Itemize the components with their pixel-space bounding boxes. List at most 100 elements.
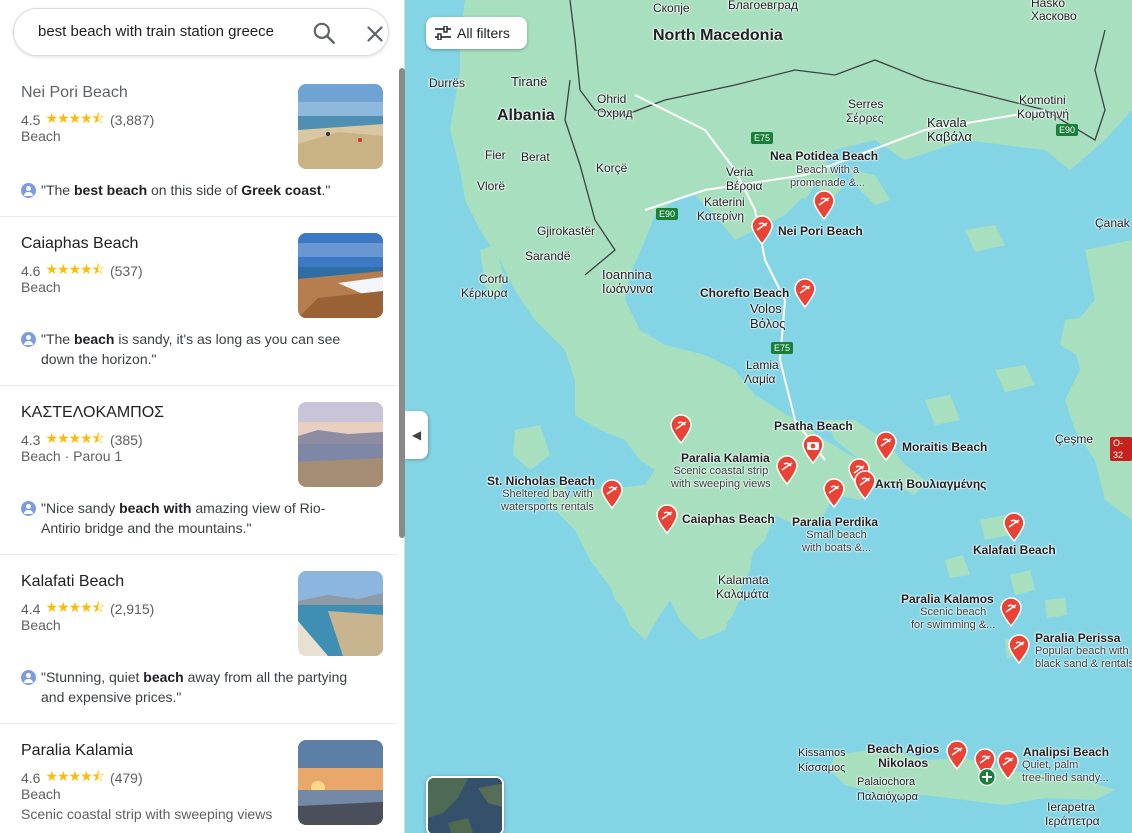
beach-pin-icon[interactable] <box>1002 512 1026 542</box>
layers-button[interactable] <box>426 776 504 833</box>
poi-label[interactable]: Moraitis Beach <box>902 440 987 454</box>
city-label: Καβάλα <box>927 129 972 144</box>
road-shield: E90 <box>656 208 679 220</box>
result-name[interactable]: Paralia Kalamia <box>21 742 133 760</box>
city-label: Veria <box>726 165 754 179</box>
poi-label[interactable]: Caiaphas Beach <box>682 512 775 526</box>
beach-pin-icon[interactable] <box>822 478 846 508</box>
city-label: Katerini <box>704 195 745 209</box>
result-photo[interactable] <box>298 402 383 487</box>
city-label: Ιωάννινα <box>602 281 654 296</box>
city-label: Хасково <box>1031 9 1077 23</box>
city-label: Fier <box>485 148 506 162</box>
beach-pin-icon[interactable] <box>600 479 624 509</box>
beach-pin-icon[interactable] <box>996 750 1020 780</box>
poi-label[interactable]: Ακτή Βουλιαγμένης <box>875 477 986 491</box>
city-label: Βέροια <box>726 179 763 193</box>
result-category: Beach · Parou 1 <box>21 448 123 464</box>
result-category: Beach <box>21 786 61 802</box>
search-box[interactable] <box>13 8 389 56</box>
city-label: Λαμία <box>744 372 776 386</box>
all-filters-button[interactable]: All filters <box>426 17 527 49</box>
poi-label[interactable]: Paralia Perissa <box>1035 631 1120 645</box>
result-item[interactable]: Kalafati Beach 4.4 ★★★★⯪ (2,915) Beach "… <box>0 555 398 724</box>
city-label: Ιεράπετρα <box>1045 814 1100 828</box>
poi-label[interactable]: Paralia Kalamia <box>681 451 770 465</box>
hospital-pin-icon[interactable] <box>977 766 997 788</box>
beach-pin-icon[interactable] <box>812 190 836 220</box>
result-item[interactable]: Paralia Kalamia 4.6 ★★★★⯪ (479) Beach Sc… <box>0 724 398 833</box>
city-label: Благоевград <box>728 0 798 12</box>
city-label: Κίσσαμος <box>798 762 846 774</box>
beach-pin-icon[interactable] <box>669 414 693 444</box>
result-item[interactable]: Caiaphas Beach 4.6 ★★★★⯪ (537) Beach "Th… <box>0 217 398 386</box>
collapse-panel-button[interactable]: ◀ <box>405 411 428 459</box>
user-avatar-icon <box>21 501 36 516</box>
rating-value: 4.4 <box>21 601 41 617</box>
result-item[interactable]: Nei Pori Beach 4.5 ★★★★⯪ (3,887) Beach "… <box>0 70 398 217</box>
poi-label[interactable]: Psatha Beach <box>774 419 853 433</box>
city-label: Κομοτηνή <box>1017 107 1070 121</box>
result-item[interactable]: ΚΑΣΤΕΛΟΚΑΜΠΟΣ 4.3 ★★★★⯪ (385) Beach · Pa… <box>0 386 398 555</box>
poi-label[interactable]: St. Nicholas Beach <box>487 474 595 488</box>
city-label: Kalamata <box>718 573 769 587</box>
result-photo[interactable] <box>298 84 383 169</box>
poi-sublabel: Beach with a promenade &... <box>790 164 866 189</box>
review-count: (479) <box>109 770 143 786</box>
beach-pin-icon[interactable] <box>853 470 877 500</box>
beach-pin-icon[interactable] <box>874 431 898 461</box>
poi-label[interactable]: Nea Potidea Beach <box>770 149 878 163</box>
search-input[interactable] <box>38 23 296 40</box>
close-icon[interactable] <box>362 21 388 47</box>
result-name[interactable]: Kalafati Beach <box>21 573 124 591</box>
result-name[interactable]: ΚΑΣΤΕΛΟΚΑΜΠΟΣ <box>21 404 164 422</box>
result-review: "Nice sandy beach with amazing view of R… <box>21 498 361 538</box>
beach-pin-icon[interactable] <box>999 597 1023 627</box>
city-label: Охрид <box>597 106 633 120</box>
result-review: "The beach is sandy, it's as long as you… <box>21 329 361 369</box>
beach-pin-icon[interactable] <box>793 278 817 308</box>
road-shield: O-32 <box>1110 437 1132 461</box>
city-label: Berat <box>521 150 550 164</box>
beach-pin-icon[interactable] <box>945 740 969 770</box>
poi-label[interactable]: Chorefto Beach <box>700 286 789 300</box>
beach-pin-icon[interactable] <box>775 455 799 485</box>
country-label: Albania <box>497 107 555 124</box>
city-label: Ohrid <box>597 92 627 106</box>
poi-label[interactable]: Analipsi Beach <box>1023 745 1109 759</box>
poi-label[interactable]: Paralia Perdika <box>792 515 878 529</box>
poi-label[interactable]: Kalafati Beach <box>973 543 1056 557</box>
beach-pin-icon[interactable] <box>655 504 679 534</box>
poi-label[interactable]: Paralia Kalamos <box>901 592 994 606</box>
review-count: (537) <box>109 263 143 279</box>
result-photo[interactable] <box>298 571 383 656</box>
city-label: Komotini <box>1019 93 1066 107</box>
result-name[interactable]: Nei Pori Beach <box>21 84 128 102</box>
rating-value: 4.3 <box>21 432 41 448</box>
poi-label[interactable]: Beach Agios Nikolaos <box>867 742 939 770</box>
beach-pin-icon[interactable] <box>1007 634 1031 664</box>
rating-value: 4.5 <box>21 112 41 128</box>
city-label: Volos <box>750 301 782 316</box>
city-label: Corfu <box>479 272 509 286</box>
city-label: Παλαιόχωρα <box>857 791 918 803</box>
city-label: Serres <box>848 97 884 111</box>
map-canvas[interactable]: Скопје Благоевград Hasko Хасково North M… <box>405 0 1132 833</box>
road-shield: E75 <box>751 132 774 144</box>
satellite-thumbnail <box>428 778 502 833</box>
city-label: Çanak <box>1095 216 1130 230</box>
result-photo[interactable] <box>298 740 383 825</box>
camera-pin-icon[interactable] <box>801 434 825 464</box>
poi-sublabel: Scenic coastal strip with sweeping views <box>671 465 771 490</box>
result-name[interactable]: Caiaphas Beach <box>21 235 138 253</box>
search-icon[interactable] <box>311 20 337 46</box>
beach-pin-icon[interactable] <box>750 215 774 245</box>
user-avatar-icon <box>21 332 36 347</box>
country-label: North Macedonia <box>653 27 783 44</box>
city-label: Gjirokastër <box>537 224 596 238</box>
city-label: Κέρκυρα <box>461 286 508 300</box>
poi-label[interactable]: Nei Pori Beach <box>778 224 863 238</box>
result-category: Beach <box>21 279 61 295</box>
result-photo[interactable] <box>298 233 383 318</box>
result-category: Beach <box>21 617 61 633</box>
